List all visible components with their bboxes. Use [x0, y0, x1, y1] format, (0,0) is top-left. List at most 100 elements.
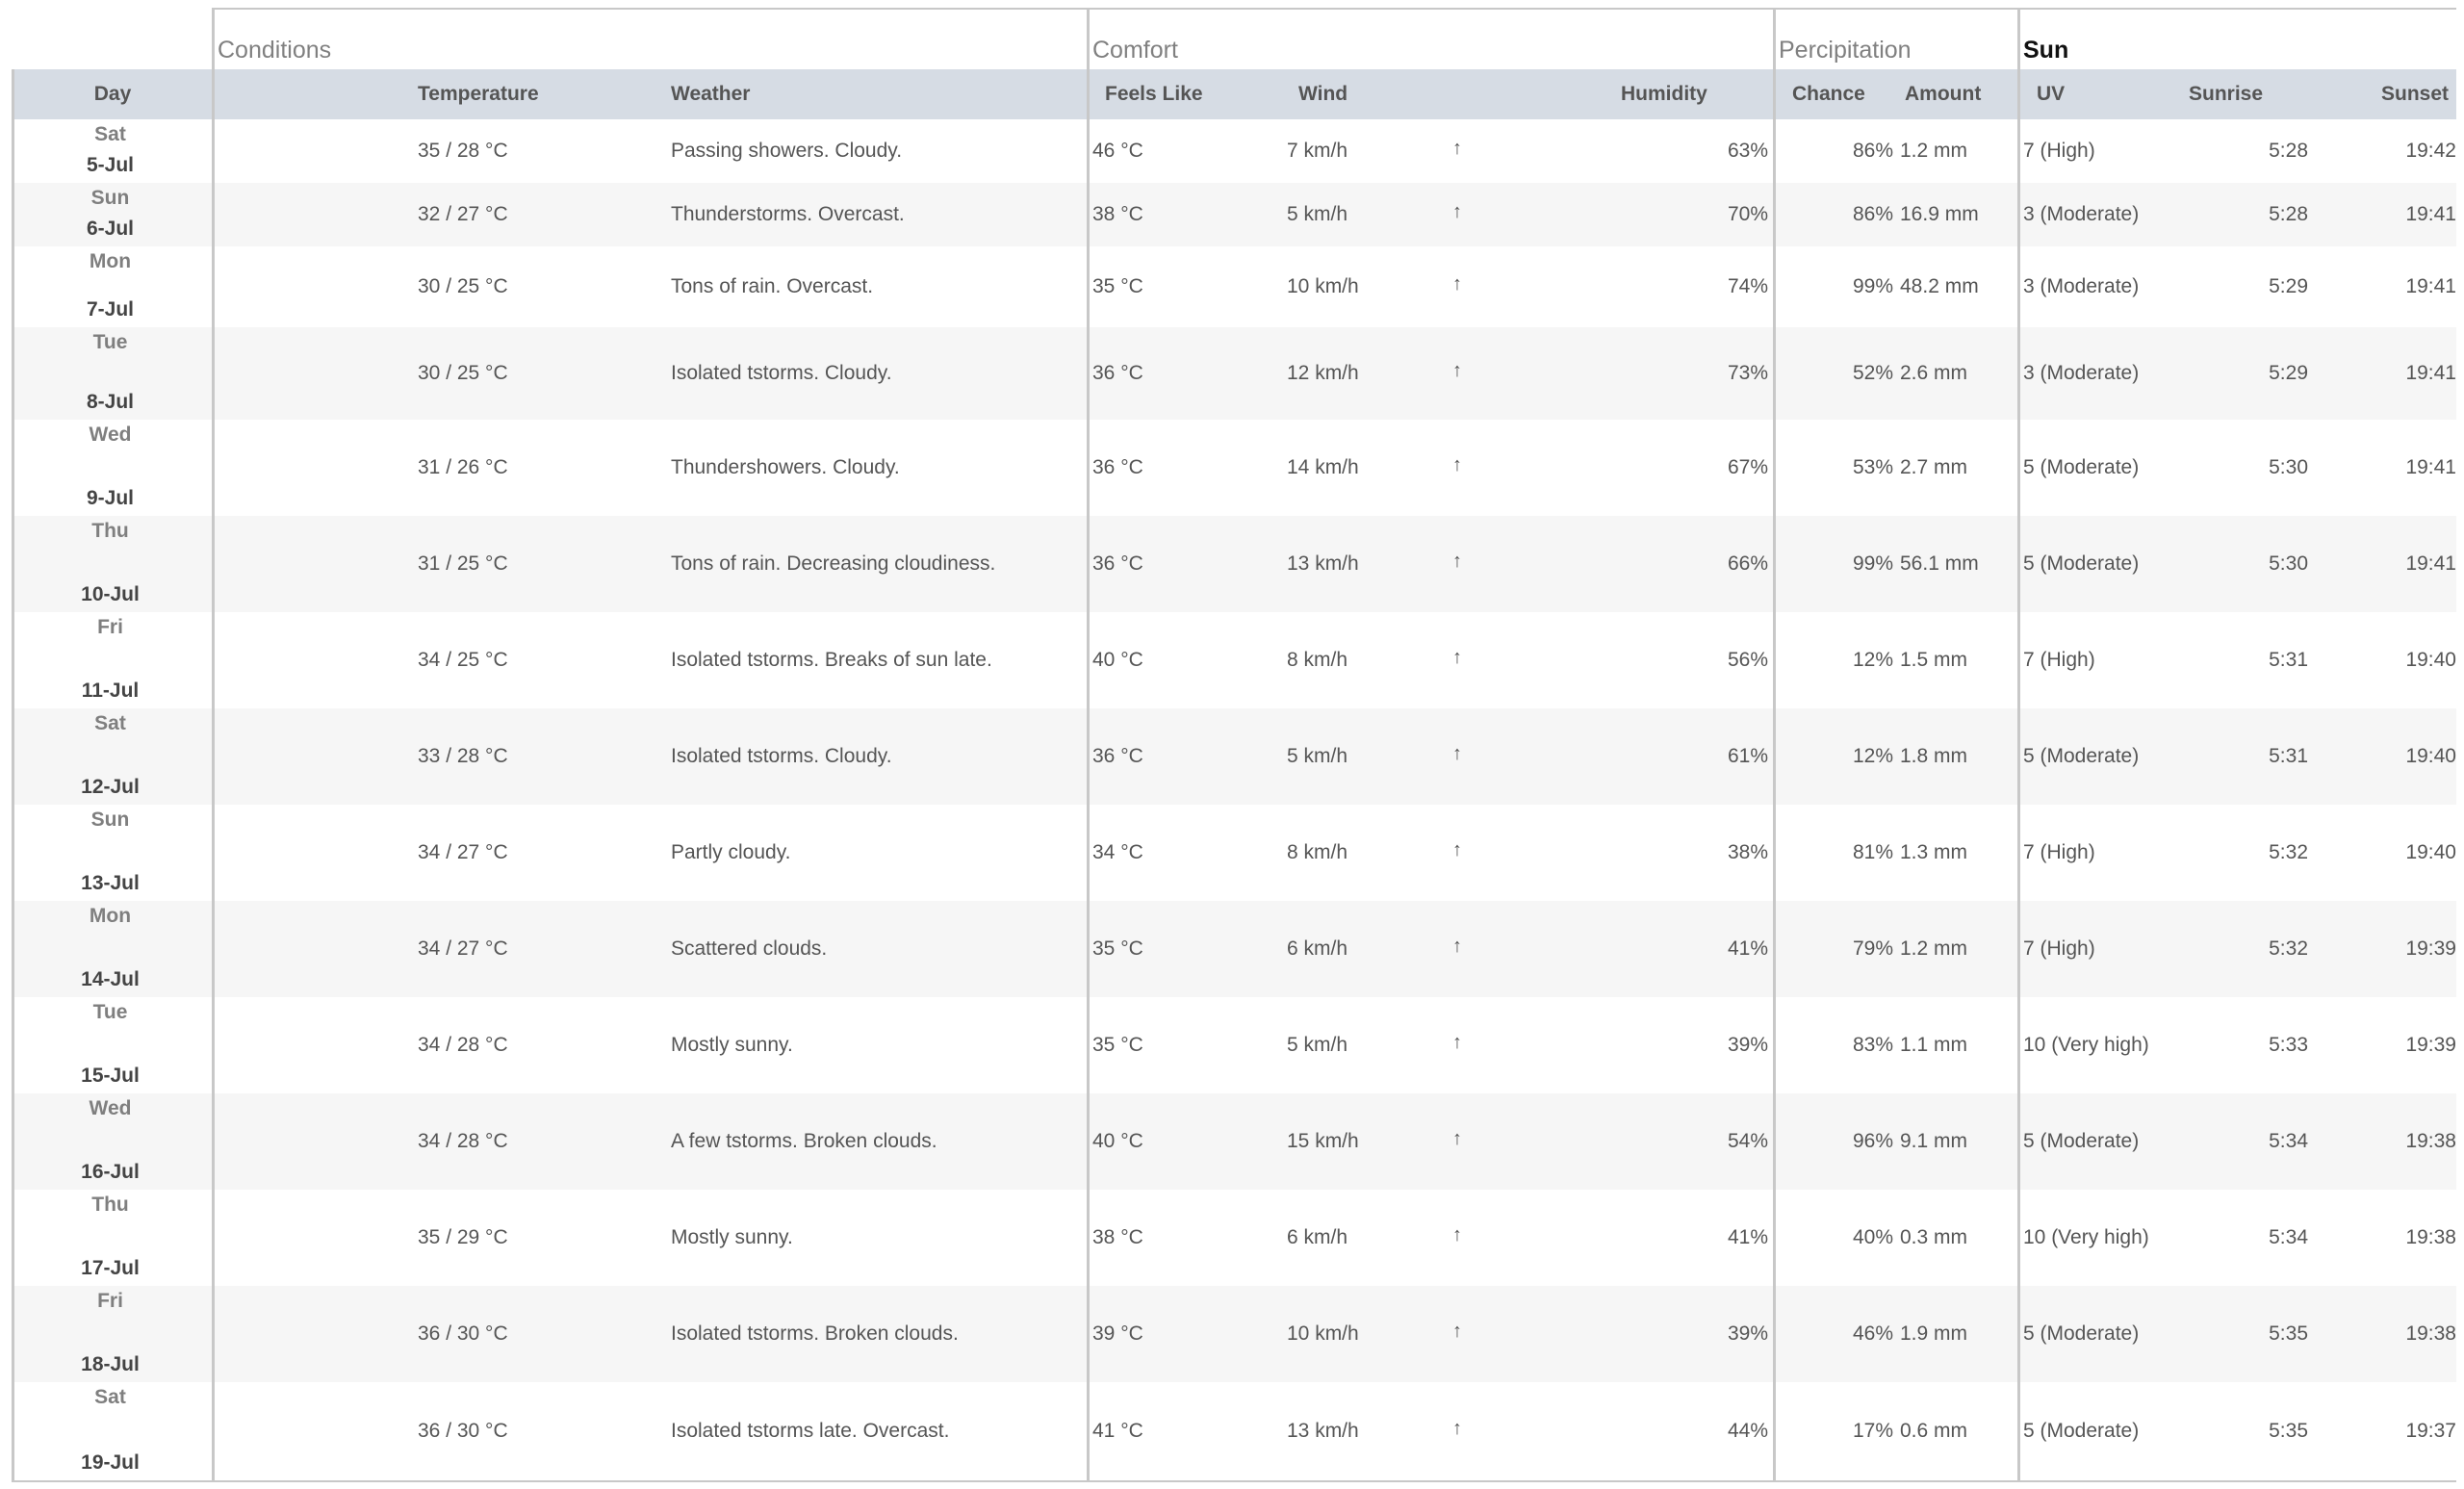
table-row[interactable]: Wed 16-Jul 34 / 28 °C A few tstorms. Broken…: [12, 1093, 2456, 1190]
header-day[interactable]: Day: [12, 69, 214, 119]
sunset-cell: 19:41: [2405, 362, 2456, 384]
header-chance[interactable]: Chance: [1792, 69, 1865, 119]
table-row[interactable]: Thu 17-Jul 35 / 29 °C Mostly sunny. 38 °C 6 k…: [12, 1190, 2456, 1286]
chance-cell: 12%: [1852, 649, 1893, 671]
header-temperature[interactable]: Temperature: [418, 69, 539, 119]
temperature-cell: 36 / 30 °C: [418, 1420, 508, 1442]
feels-like-cell: 41 °C: [1092, 1420, 1143, 1442]
chance-cell: 96%: [1852, 1130, 1893, 1152]
group-conditions: Conditions: [218, 37, 332, 64]
feels-like-cell: 38 °C: [1092, 203, 1143, 225]
humidity-cell: 41%: [1727, 1226, 1768, 1248]
day-name: Mon: [89, 905, 132, 927]
humidity-cell: 39%: [1727, 1322, 1768, 1345]
arrow-up-icon: ↑: [1452, 1224, 1462, 1245]
feels-like-cell: 40 °C: [1092, 649, 1143, 671]
separator-conditions: [1087, 8, 1090, 1482]
amount-cell: 0.6 mm: [1900, 1420, 1968, 1442]
table-row[interactable]: Mon 14-Jul 34 / 27 °C Scattered clouds. 35 °…: [12, 901, 2456, 997]
weather-cell: Tons of rain. Decreasing cloudiness.: [671, 552, 996, 575]
arrow-up-icon: ↑: [1452, 839, 1462, 860]
feels-like-cell: 35 °C: [1092, 275, 1143, 297]
feels-like-cell: 36 °C: [1092, 362, 1143, 384]
temperature-cell: 34 / 25 °C: [418, 649, 508, 671]
separator-left: [12, 69, 14, 1482]
weather-cell: Isolated tstorms. Broken clouds.: [671, 1322, 959, 1345]
chance-cell: 12%: [1852, 745, 1893, 767]
group-sun: Sun: [2023, 37, 2069, 64]
table-row[interactable]: Tue 8-Jul 30 / 25 °C Isolated tstorms. Clou…: [12, 327, 2456, 420]
uv-cell: 5 (Moderate): [2023, 1420, 2140, 1442]
feels-like-cell: 40 °C: [1092, 1130, 1143, 1152]
humidity-cell: 54%: [1727, 1130, 1768, 1152]
table-row[interactable]: Mon 7-Jul 30 / 25 °C Tons of rain. Overcast…: [12, 246, 2456, 327]
temperature-cell: 35 / 29 °C: [418, 1226, 508, 1248]
table-row[interactable]: Wed 9-Jul 31 / 26 °C Thundershowers. Cloudy…: [12, 420, 2456, 516]
chance-cell: 17%: [1852, 1420, 1893, 1442]
day-name: Tue: [92, 1001, 128, 1023]
table-row[interactable]: Tue 15-Jul 34 / 28 °C Mostly sunny. 35 °C 5 k…: [12, 997, 2456, 1093]
arrow-up-icon: ↑: [1452, 1418, 1462, 1439]
weather-cell: Isolated tstorms. Cloudy.: [671, 362, 892, 384]
temperature-cell: 34 / 27 °C: [418, 937, 508, 960]
day-date: 10-Jul: [81, 583, 140, 605]
table-row[interactable]: Fri 11-Jul 34 / 25 °C Isolated tstorms. Bre…: [12, 612, 2456, 708]
table-row[interactable]: Sat 5-Jul 35 / 28 °C Passing showers. Cloud…: [12, 119, 2456, 183]
chance-cell: 40%: [1852, 1226, 1893, 1248]
weather-cell: Passing showers. Cloudy.: [671, 140, 903, 162]
table-row[interactable]: Sat 12-Jul 33 / 28 °C Isolated tstorms. Clo…: [12, 708, 2456, 805]
arrow-up-icon: ↑: [1452, 201, 1462, 222]
header-sunrise[interactable]: Sunrise: [2189, 69, 2263, 119]
header-weather[interactable]: Weather: [671, 69, 750, 119]
header-uv[interactable]: UV: [2037, 69, 2065, 119]
chance-cell: 86%: [1852, 203, 1893, 225]
wind-cell: 10 km/h: [1287, 1322, 1359, 1345]
temperature-cell: 34 / 28 °C: [418, 1034, 508, 1056]
uv-cell: 7 (High): [2023, 649, 2095, 671]
header-wind[interactable]: Wind: [1298, 69, 1348, 119]
table-row[interactable]: Thu 10-Jul 31 / 25 °C Tons of rain. Decreas…: [12, 516, 2456, 612]
day-date: 7-Jul: [86, 298, 134, 321]
sunset-cell: 19:40: [2405, 841, 2456, 863]
sunset-cell: 19:41: [2405, 203, 2456, 225]
header-feels-like[interactable]: Feels Like: [1105, 69, 1203, 119]
table-row[interactable]: Fri 18-Jul 36 / 30 °C Isolated tstorms. Bro…: [12, 1286, 2456, 1382]
arrow-up-icon: ↑: [1452, 647, 1462, 668]
weather-cell: Isolated tstorms. Cloudy.: [671, 745, 892, 767]
header-humidity[interactable]: Humidity: [1621, 69, 1707, 119]
temperature-cell: 32 / 27 °C: [418, 203, 508, 225]
day-name: Sat: [94, 712, 126, 734]
arrow-up-icon: ↑: [1452, 273, 1462, 295]
column-header-bar: [12, 69, 2456, 119]
sunrise-cell: 5:31: [2269, 745, 2308, 767]
day-name: Sat: [94, 1386, 126, 1408]
uv-cell: 5 (Moderate): [2023, 552, 2140, 575]
weather-cell: A few tstorms. Broken clouds.: [671, 1130, 937, 1152]
feels-like-cell: 39 °C: [1092, 1322, 1143, 1345]
uv-cell: 7 (High): [2023, 937, 2095, 960]
header-amount[interactable]: Amount: [1905, 69, 1981, 119]
wind-cell: 5 km/h: [1287, 745, 1348, 767]
chance-cell: 79%: [1852, 937, 1893, 960]
humidity-cell: 56%: [1727, 649, 1768, 671]
feels-like-cell: 35 °C: [1092, 1034, 1143, 1056]
table-row[interactable]: Sun 13-Jul 34 / 27 °C Partly cloudy. 34 °C 8 …: [12, 805, 2456, 901]
amount-cell: 1.8 mm: [1900, 745, 1968, 767]
humidity-cell: 38%: [1727, 841, 1768, 863]
table-row[interactable]: Sun 6-Jul 32 / 27 °C Thunderstorms. Overcas…: [12, 183, 2456, 246]
group-comfort: Comfort: [1092, 37, 1178, 64]
header-sunset[interactable]: Sunset: [2381, 69, 2449, 119]
amount-cell: 1.5 mm: [1900, 649, 1968, 671]
wind-cell: 5 km/h: [1287, 1034, 1348, 1056]
arrow-up-icon: ↑: [1452, 551, 1462, 572]
uv-cell: 10 (Very high): [2023, 1226, 2149, 1248]
day-date: 16-Jul: [81, 1161, 140, 1183]
arrow-up-icon: ↑: [1452, 138, 1462, 159]
day-date: 13-Jul: [81, 872, 140, 894]
day-name: Tue: [92, 331, 128, 353]
amount-cell: 1.3 mm: [1900, 841, 1968, 863]
weather-cell: Scattered clouds.: [671, 937, 828, 960]
day-date: 8-Jul: [86, 391, 134, 413]
table-row[interactable]: Sat 19-Jul 36 / 30 °C Isolated tstorms late…: [12, 1382, 2456, 1480]
feels-like-cell: 36 °C: [1092, 456, 1143, 478]
